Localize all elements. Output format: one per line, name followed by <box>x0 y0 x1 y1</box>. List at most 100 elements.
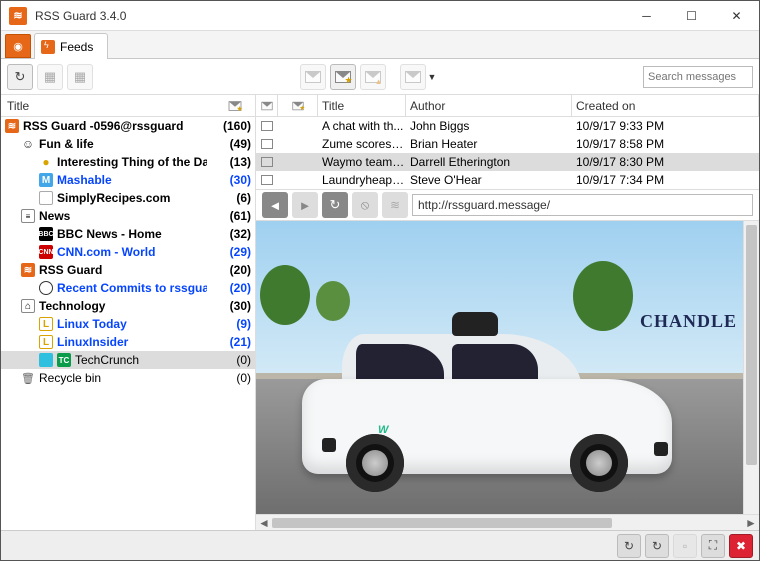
feed-count: (0) <box>207 371 251 385</box>
feed-count: (20) <box>207 281 251 295</box>
li-icon: L <box>39 335 53 349</box>
feed-label: SimplyRecipes.com <box>57 191 170 205</box>
search-input[interactable] <box>643 66 753 88</box>
read-indicator-icon <box>256 121 278 131</box>
feed-label: Fun & life <box>39 137 94 151</box>
col-title: Title <box>1 99 215 113</box>
filter-messages-button[interactable] <box>400 64 426 90</box>
feed-label: Mashable <box>57 173 112 187</box>
status-btn-2[interactable]: ↻ <box>645 534 669 558</box>
feed-label: Linux Today <box>57 317 127 331</box>
feed-tree-row[interactable]: CNNCNN.com - World(29) <box>1 243 255 261</box>
message-list[interactable]: A chat with th...John Biggs10/9/17 9:33 … <box>256 117 759 189</box>
feed-label: BBC News - Home <box>57 227 162 241</box>
msg-author: Brian Heater <box>406 137 572 151</box>
msg-author: Steve O'Hear <box>406 173 572 187</box>
feed-tree-header[interactable]: Title <box>1 95 255 117</box>
feed-label: Recent Commits to rssgua... <box>57 281 207 295</box>
feed-count: (29) <box>207 245 251 259</box>
feed-tree-row[interactable]: ●Interesting Thing of the Day(13) <box>1 153 255 171</box>
feed-tree-row[interactable]: ≋RSS Guard(20) <box>1 261 255 279</box>
feed-tree-body[interactable]: ≋RSS Guard -0596@rssguard(160)☺Fun & lif… <box>1 117 255 530</box>
news-icon: ≡ <box>21 209 35 223</box>
envelope-icon <box>305 71 321 83</box>
col-important-icon <box>278 95 318 116</box>
mark-read-button[interactable] <box>300 64 326 90</box>
feed-count: (30) <box>207 299 251 313</box>
preview-url-field[interactable]: http://rssguard.message/ <box>412 194 753 216</box>
feed-tree-row[interactable]: LLinuxInsider(21) <box>1 333 255 351</box>
feed-count: (61) <box>207 209 251 223</box>
feed-count: (9) <box>207 317 251 331</box>
preview-toolbar: ◄ ► ↻ ⦸ ≋ http://rssguard.message/ <box>256 189 759 221</box>
msg-date: 10/9/17 9:33 PM <box>572 119 759 133</box>
app-icon: ≋ <box>9 7 27 25</box>
message-row[interactable]: Zume scores $...Brian Heater10/9/17 8:58… <box>256 135 759 153</box>
gh-icon <box>39 281 53 295</box>
refresh-button[interactable]: ↻ <box>7 64 33 90</box>
feed-tree-row[interactable]: 🗑Recycle bin(0) <box>1 369 255 387</box>
feed-tree-row[interactable]: SimplyRecipes.com(6) <box>1 189 255 207</box>
mark-spam-button[interactable] <box>360 64 386 90</box>
message-row[interactable]: A chat with th...John Biggs10/9/17 9:33 … <box>256 117 759 135</box>
status-close-button[interactable]: ✖ <box>729 534 753 558</box>
feed-tree-row[interactable]: LLinux Today(9) <box>1 315 255 333</box>
tab-feeds[interactable]: Feeds <box>34 33 108 59</box>
tc-icon: TC <box>57 353 71 367</box>
feed-tree-row[interactable]: Recent Commits to rssgua...(20) <box>1 279 255 297</box>
feed-label: RSS Guard <box>39 263 102 277</box>
feed-tree-row[interactable]: ⌂ Technology (30) <box>1 297 255 315</box>
scroll-right-arrow-icon[interactable]: ► <box>743 516 759 530</box>
main-area: Title ≋RSS Guard -0596@rssguard(160)☺Fun… <box>1 95 759 530</box>
close-button[interactable]: ✕ <box>714 1 759 31</box>
col-count-icon <box>215 100 255 112</box>
minimize-button[interactable]: ─ <box>624 1 669 31</box>
bulb-icon: ● <box>39 155 53 169</box>
status-btn-fullscreen[interactable]: ⛶ <box>701 534 725 558</box>
nav-stop-button[interactable]: ⦸ <box>352 192 378 218</box>
status-btn-3[interactable]: ▫ <box>673 534 697 558</box>
scroll-left-arrow-icon[interactable]: ◄ <box>256 516 272 530</box>
bin-icon: 🗑 <box>21 371 35 385</box>
toolbar-btn-2[interactable]: ▦ <box>37 64 63 90</box>
feed-tree-row[interactable]: MMashable(30) <box>1 171 255 189</box>
nav-back-button[interactable]: ◄ <box>262 192 288 218</box>
status-dot-icon <box>39 353 53 367</box>
msg-title: Zume scores $... <box>318 137 406 151</box>
feed-count: (20) <box>207 263 251 277</box>
envelope-icon <box>405 71 421 83</box>
msg-title: A chat with th... <box>318 119 406 133</box>
preview-vertical-scrollbar[interactable] <box>743 221 759 514</box>
feed-label: LinuxInsider <box>57 335 128 349</box>
dropdown-caret-icon[interactable]: ▼ <box>428 72 437 82</box>
msg-date: 10/9/17 7:34 PM <box>572 173 759 187</box>
main-toolbar: ↻ ▦ ▦ ▼ <box>1 59 759 95</box>
tech-icon: ⌂ <box>21 299 35 313</box>
feed-tree-row[interactable]: ≡ News (61) <box>1 207 255 225</box>
feed-tree-row[interactable]: TCTechCrunch(0) <box>1 351 255 369</box>
col-read-icon <box>256 95 278 116</box>
tab-label: Feeds <box>60 40 93 54</box>
simply-icon <box>39 191 53 205</box>
open-feed-button[interactable]: ≋ <box>382 192 408 218</box>
message-row[interactable]: Laundryheap,...Steve O'Hear10/9/17 7:34 … <box>256 171 759 189</box>
message-row[interactable]: Waymo teams...Darrell Etherington10/9/17… <box>256 153 759 171</box>
read-indicator-icon <box>256 139 278 149</box>
maximize-button[interactable]: ☐ <box>669 1 714 31</box>
mark-important-button[interactable] <box>330 64 356 90</box>
nav-forward-button[interactable]: ► <box>292 192 318 218</box>
feed-tree-row[interactable]: BBCBBC News - Home(32) <box>1 225 255 243</box>
status-btn-1[interactable]: ↻ <box>617 534 641 558</box>
message-list-header[interactable]: Title Author Created on <box>256 95 759 117</box>
accounts-button[interactable]: ◉ <box>5 34 31 58</box>
tab-bar: ◉ Feeds <box>1 31 759 59</box>
rss-icon: ≋ <box>390 198 400 212</box>
nav-reload-button[interactable]: ↻ <box>322 192 348 218</box>
toolbar-btn-3[interactable]: ▦ <box>67 64 93 90</box>
feed-tree-row[interactable]: ≋RSS Guard -0596@rssguard(160) <box>1 117 255 135</box>
feed-label: Technology <box>39 299 105 313</box>
feed-tree-row[interactable]: ☺Fun & life(49) <box>1 135 255 153</box>
feed-label: News <box>39 209 70 223</box>
preview-horizontal-scrollbar[interactable]: ◄ ► <box>256 514 759 530</box>
window-title: RSS Guard 3.4.0 <box>35 9 624 23</box>
